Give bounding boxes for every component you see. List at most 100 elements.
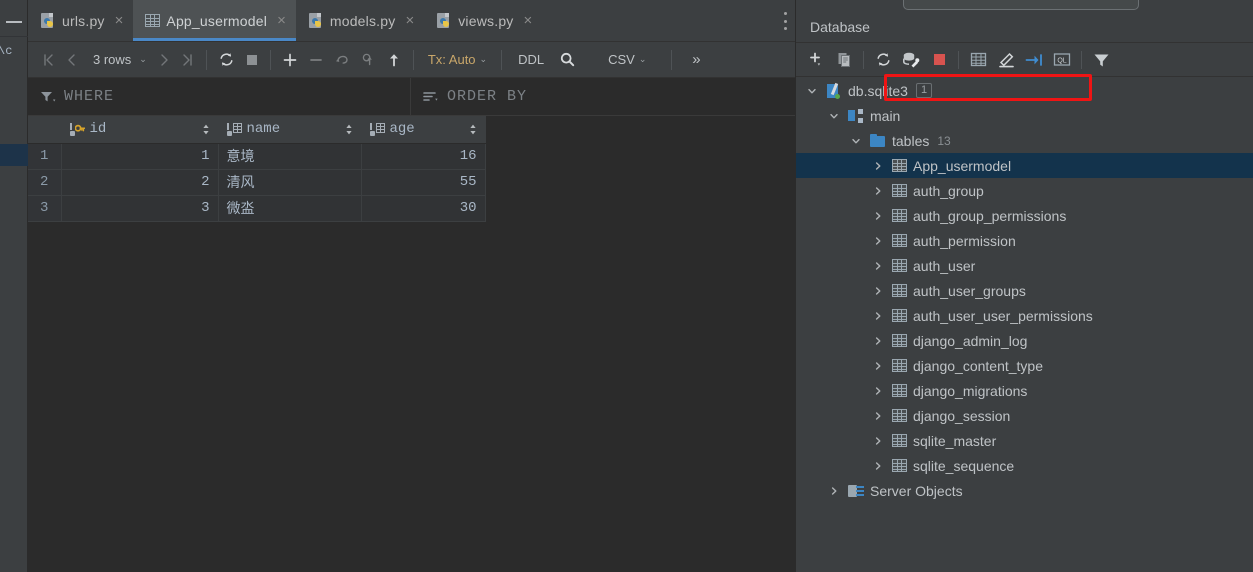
cell-age[interactable]: 30 (361, 195, 486, 222)
tree-node-auth-user[interactable]: auth_user (796, 253, 1253, 278)
revert-icon[interactable] (329, 47, 355, 73)
export-format-label: CSV (608, 52, 635, 67)
stop-icon[interactable] (925, 47, 953, 73)
table-icon (892, 384, 907, 397)
tree-node-django-content-type[interactable]: django_content_type (796, 353, 1253, 378)
editor-tab-urls-py[interactable]: urls.py × (28, 0, 133, 41)
copy-data-source-icon[interactable] (830, 47, 858, 73)
cell-name[interactable]: 清风 (218, 169, 362, 196)
rows-count-dropdown[interactable]: 3 rows ⌄ (84, 47, 152, 73)
editor-tab-models-py[interactable]: models.py × (296, 0, 424, 41)
modify-object-icon[interactable] (992, 47, 1020, 73)
tree-node-db-sqlite3[interactable]: db.sqlite3 1 (796, 78, 1253, 103)
chevron-right-icon[interactable] (870, 161, 886, 171)
rollback-icon[interactable] (355, 47, 381, 73)
sort-arrows-icon[interactable] (345, 124, 353, 135)
tree-node-server-objects[interactable]: Server Objects (796, 478, 1253, 503)
close-icon[interactable]: × (115, 13, 124, 28)
previous-page-icon[interactable] (60, 47, 84, 73)
chevron-right-icon[interactable] (870, 411, 886, 421)
chevron-right-icon[interactable] (870, 286, 886, 296)
close-icon[interactable]: × (405, 13, 414, 28)
tree-node-sqlite-sequence[interactable]: sqlite_sequence (796, 453, 1253, 478)
chevron-right-icon[interactable] (870, 211, 886, 221)
tree-node-auth-user-groups[interactable]: auth_user_groups (796, 278, 1253, 303)
chevron-right-icon[interactable] (870, 336, 886, 346)
refresh-icon[interactable] (869, 47, 897, 73)
toolbar-overflow-button[interactable]: » (684, 47, 708, 73)
tree-node-label: auth_permission (913, 232, 1016, 249)
tree-node-auth-group[interactable]: auth_group (796, 178, 1253, 203)
chevron-right-icon[interactable] (826, 486, 842, 496)
sort-arrows-icon[interactable] (469, 124, 477, 135)
open-query-console-icon[interactable]: QL (1048, 47, 1076, 73)
tree-node-label: auth_user_groups (913, 282, 1026, 299)
chevron-right-icon[interactable] (870, 386, 886, 396)
tree-node-django-migrations[interactable]: django_migrations (796, 378, 1253, 403)
close-icon[interactable]: × (524, 13, 533, 28)
refresh-icon[interactable] (213, 47, 240, 73)
remove-row-icon[interactable] (303, 47, 329, 73)
filter-icon[interactable] (1087, 47, 1115, 73)
tree-node-django-admin-log[interactable]: django_admin_log (796, 328, 1253, 353)
cell-age[interactable]: 55 (361, 169, 486, 196)
minimize-icon[interactable] (6, 21, 22, 23)
tree-node-tables[interactable]: tables 13 (796, 128, 1253, 153)
chevron-down-icon[interactable] (848, 136, 864, 146)
chevron-right-icon[interactable] (870, 236, 886, 246)
cell-id[interactable]: 3 (61, 195, 219, 222)
last-page-icon[interactable] (176, 47, 200, 73)
commit-icon[interactable] (381, 47, 407, 73)
table-row[interactable]: 1 1 意境 16 (28, 143, 486, 170)
tree-node-auth-group-permissions[interactable]: auth_group_permissions (796, 203, 1253, 228)
cell-name[interactable]: 微泴 (218, 195, 362, 222)
table-row[interactable]: 2 2 清风 55 (28, 169, 486, 196)
tree-node-sqlite-master[interactable]: sqlite_master (796, 428, 1253, 453)
transaction-mode-dropdown[interactable]: Tx: Auto ⌄ (420, 47, 495, 73)
search-everywhere-field[interactable] (903, 0, 1139, 10)
cell-id[interactable]: 1 (61, 143, 219, 170)
server-objects-icon (848, 484, 864, 498)
order-by-filter[interactable]: ORDER BY (411, 78, 795, 115)
where-filter[interactable]: WHERE (28, 78, 411, 115)
table-row[interactable]: 3 3 微泴 30 (28, 195, 486, 222)
chevron-right-icon[interactable] (870, 461, 886, 471)
chevron-down-icon[interactable] (804, 86, 820, 96)
add-data-source-icon[interactable] (802, 47, 830, 73)
tree-node-auth-user-user-permissions[interactable]: auth_user_user_permissions (796, 303, 1253, 328)
column-header-age[interactable]: age (361, 116, 486, 144)
column-header-name[interactable]: name (218, 116, 362, 144)
column-header-id[interactable]: id (61, 116, 219, 144)
next-page-icon[interactable] (152, 47, 176, 73)
chevron-right-icon[interactable] (870, 436, 886, 446)
cell-id[interactable]: 2 (61, 169, 219, 196)
result-table: id name age 1 1 意境 16 2 2 清风 55 3 3 微泴 3… (28, 116, 486, 222)
run-sql-script-icon[interactable] (897, 47, 925, 73)
ddl-button[interactable]: DDL (508, 47, 554, 73)
chevron-right-icon[interactable] (870, 261, 886, 271)
rows-count-label: 3 rows (93, 52, 132, 67)
close-icon[interactable]: × (277, 13, 286, 28)
tree-node-label: sqlite_master (913, 432, 997, 449)
first-page-icon[interactable] (36, 47, 60, 73)
cell-age[interactable]: 16 (361, 143, 486, 170)
tree-node-main[interactable]: main (796, 103, 1253, 128)
search-icon[interactable] (554, 47, 581, 73)
tree-node-django-session[interactable]: django_session (796, 403, 1253, 428)
add-row-icon[interactable] (277, 47, 303, 73)
tree-node-auth-permission[interactable]: auth_permission (796, 228, 1253, 253)
jump-to-editor-icon[interactable] (1020, 47, 1048, 73)
open-table-editor-icon[interactable] (964, 47, 992, 73)
chevron-right-icon[interactable] (870, 311, 886, 321)
chevron-right-icon[interactable] (870, 361, 886, 371)
chevron-right-icon[interactable] (870, 186, 886, 196)
cell-name[interactable]: 意境 (218, 143, 362, 170)
chevron-down-icon[interactable] (826, 111, 842, 121)
stop-icon[interactable] (240, 47, 264, 73)
export-format-dropdown[interactable]: CSV ⌄ (603, 47, 651, 73)
editor-tab-views-py[interactable]: views.py × (424, 0, 542, 41)
more-options-icon[interactable] (783, 12, 787, 30)
tree-node-app-usermodel[interactable]: App_usermodel (796, 153, 1253, 178)
editor-tab-app-usermodel[interactable]: App_usermodel × (133, 0, 297, 41)
sort-arrows-icon[interactable] (202, 124, 210, 135)
